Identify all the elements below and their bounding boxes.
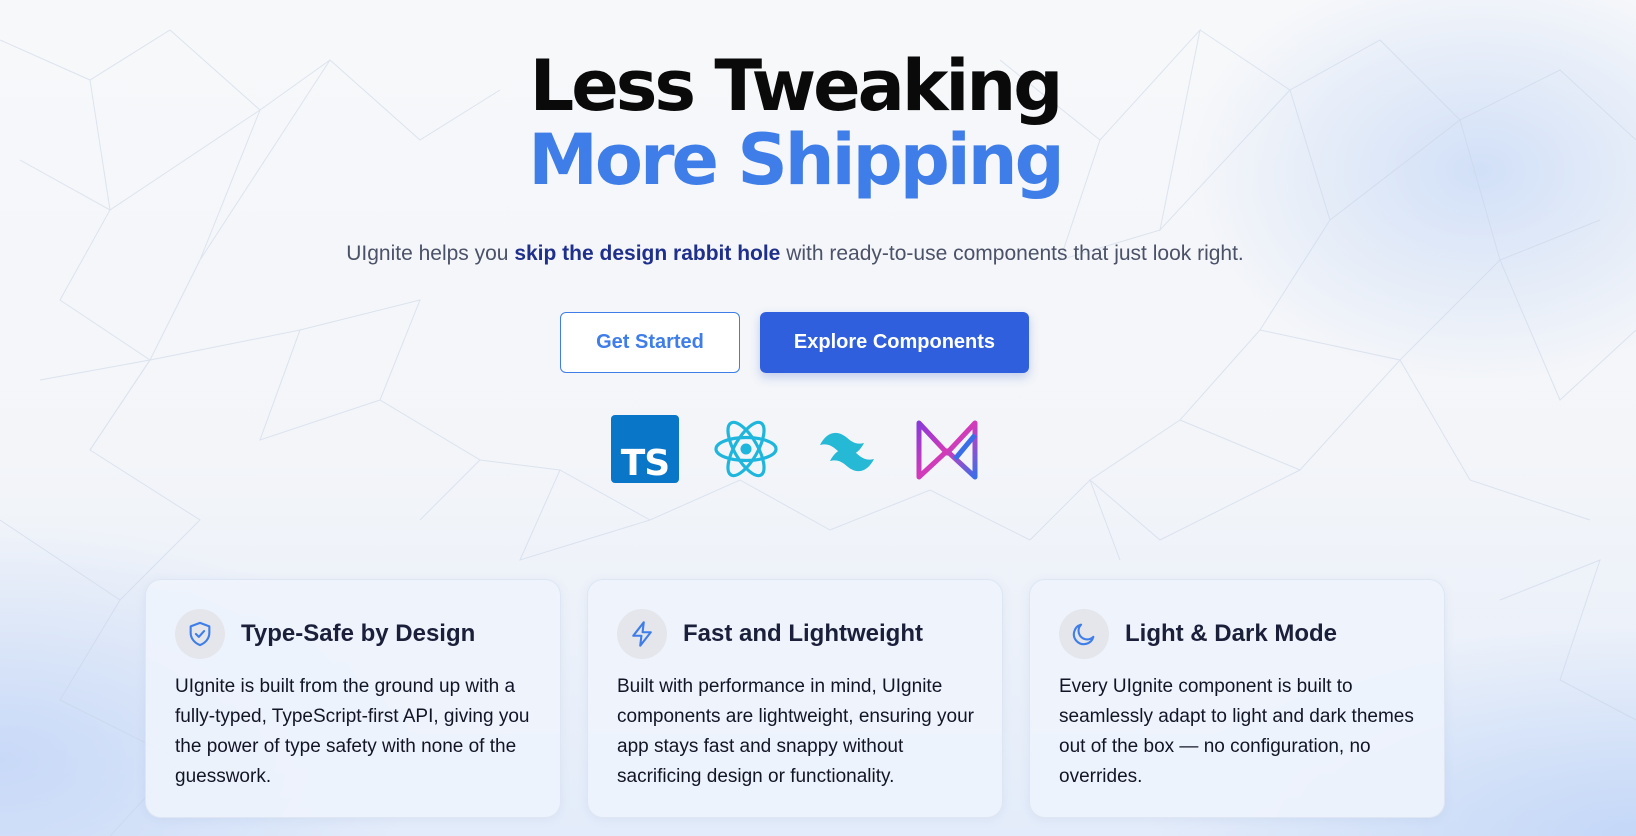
hero-title-line2: More Shipping [528,119,1065,201]
feature-description: Every UIgnite component is built to seam… [1059,676,1414,787]
tailwind-logo-icon [812,415,882,485]
feature-title: Type-Safe by Design [241,620,476,647]
react-logo-icon [712,415,782,485]
tagline-highlight: skip the design rabbit hole [514,242,781,265]
vitest-logo-icon [913,415,983,485]
feature-card-fast: Fast and Lightweight Built with performa… [587,579,1003,818]
tagline-suffix: with ready-to-use components that just l… [780,242,1244,265]
typescript-logo-label: TS [621,443,669,483]
explore-components-button[interactable]: Explore Components [760,312,1029,373]
feature-card-type-safe: Type-Safe by Design UIgnite is built fro… [145,579,561,818]
feature-title: Light & Dark Mode [1125,620,1338,647]
feature-card-theme: Light & Dark Mode Every UIgnite componen… [1029,579,1445,818]
feature-description: UIgnite is built from the ground up with… [175,676,530,787]
feature-description: Built with performance in mind, UIgnite … [617,676,974,787]
shield-check-icon [175,609,225,659]
tagline-prefix: UIgnite helps you [346,242,515,265]
hero-tagline: UIgnite helps you skip the design rabbit… [0,242,1590,266]
hero-title-line1: Less Tweaking [529,45,1064,127]
get-started-button[interactable]: Get Started [560,312,740,373]
feature-title: Fast and Lightweight [683,620,923,647]
moon-icon [1059,609,1109,659]
lightning-icon [617,609,667,659]
typescript-logo-icon: TS [611,415,681,485]
